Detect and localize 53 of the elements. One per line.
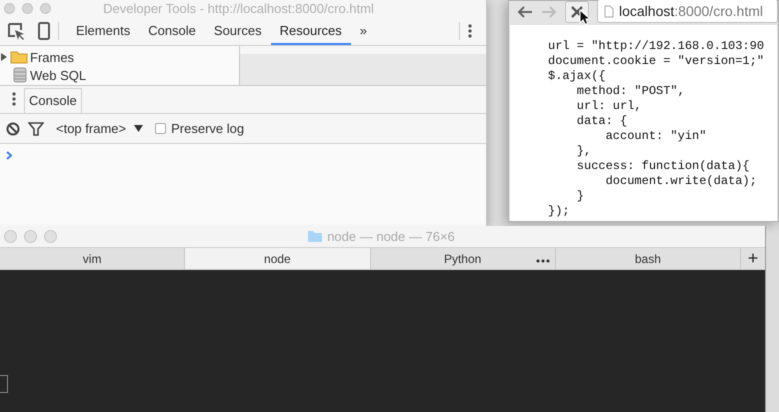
terminal-tab[interactable]: node — [185, 248, 370, 269]
dropdown-arrow-icon — [134, 125, 144, 132]
url-text: localhost:8000/cro.html — [619, 3, 763, 19]
text-cursor — [0, 375, 8, 393]
code-line: } — [576, 189, 586, 204]
more-tabs-button[interactable]: » — [350, 17, 376, 45]
terminal-tab[interactable]: bash — [556, 248, 741, 269]
code-line: success: function(data){ — [576, 159, 751, 174]
window-control-button[interactable] — [44, 230, 57, 243]
folder-icon — [10, 50, 28, 64]
window-control-button[interactable] — [22, 3, 33, 14]
window-control-button[interactable] — [4, 230, 17, 243]
panel-tab[interactable]: Sources — [204, 17, 271, 45]
clear-icon — [6, 122, 20, 136]
window-control-button[interactable] — [24, 230, 37, 243]
checkbox-label: Preserve log — [171, 121, 244, 136]
context-dropdown[interactable]: <top frame> — [52, 121, 148, 136]
sidebar-item[interactable]: Web SQL — [30, 68, 86, 82]
back-arrow-icon — [517, 6, 533, 18]
window-control-button[interactable] — [4, 3, 15, 14]
folder-icon — [307, 230, 324, 243]
address-bar[interactable]: localhost:8000/cro.html — [597, 0, 778, 23]
window-title: node — node — 76×6 — [327, 229, 455, 244]
terminal-tab[interactable]: Python — [370, 248, 556, 269]
code-line: }); — [548, 204, 571, 219]
close-icon — [570, 5, 584, 19]
drawer-tab[interactable]: Console — [24, 88, 82, 113]
code-line: data: { — [576, 114, 628, 129]
sidebar-item[interactable]: Frames — [30, 50, 74, 64]
filter-icon — [28, 122, 44, 136]
code-line: url: url, — [576, 99, 643, 114]
window-control-button[interactable] — [40, 3, 51, 14]
window-title: Developer Tools - http://localhost:8000/cro.html — [102, 1, 375, 16]
more-icon — [536, 259, 550, 263]
code-line: document.write(data); — [604, 174, 758, 189]
page-icon — [604, 4, 614, 18]
code-line: document.cookie = "version=1;" — [548, 54, 766, 69]
inspect-icon — [6, 21, 26, 41]
code-line: account: "yin" — [604, 129, 708, 144]
panel-tab[interactable]: Console — [139, 17, 205, 45]
code-line: url = "http://192.168.0.103:90 — [548, 39, 766, 54]
code-line: }, — [576, 144, 592, 159]
expand-arrow-icon — [0, 52, 8, 62]
new-tab-button[interactable]: + — [741, 248, 765, 269]
menu-icon — [468, 24, 472, 38]
mobile-device-icon — [38, 22, 50, 40]
forward-arrow-icon — [541, 6, 557, 18]
menu-icon — [12, 92, 16, 106]
checkbox[interactable] — [155, 123, 166, 134]
code-line: method: "POST", — [576, 84, 686, 99]
panel-tab[interactable]: Elements — [67, 17, 140, 45]
prompt-icon — [6, 151, 12, 160]
code-line: $.ajax({ — [548, 69, 607, 84]
